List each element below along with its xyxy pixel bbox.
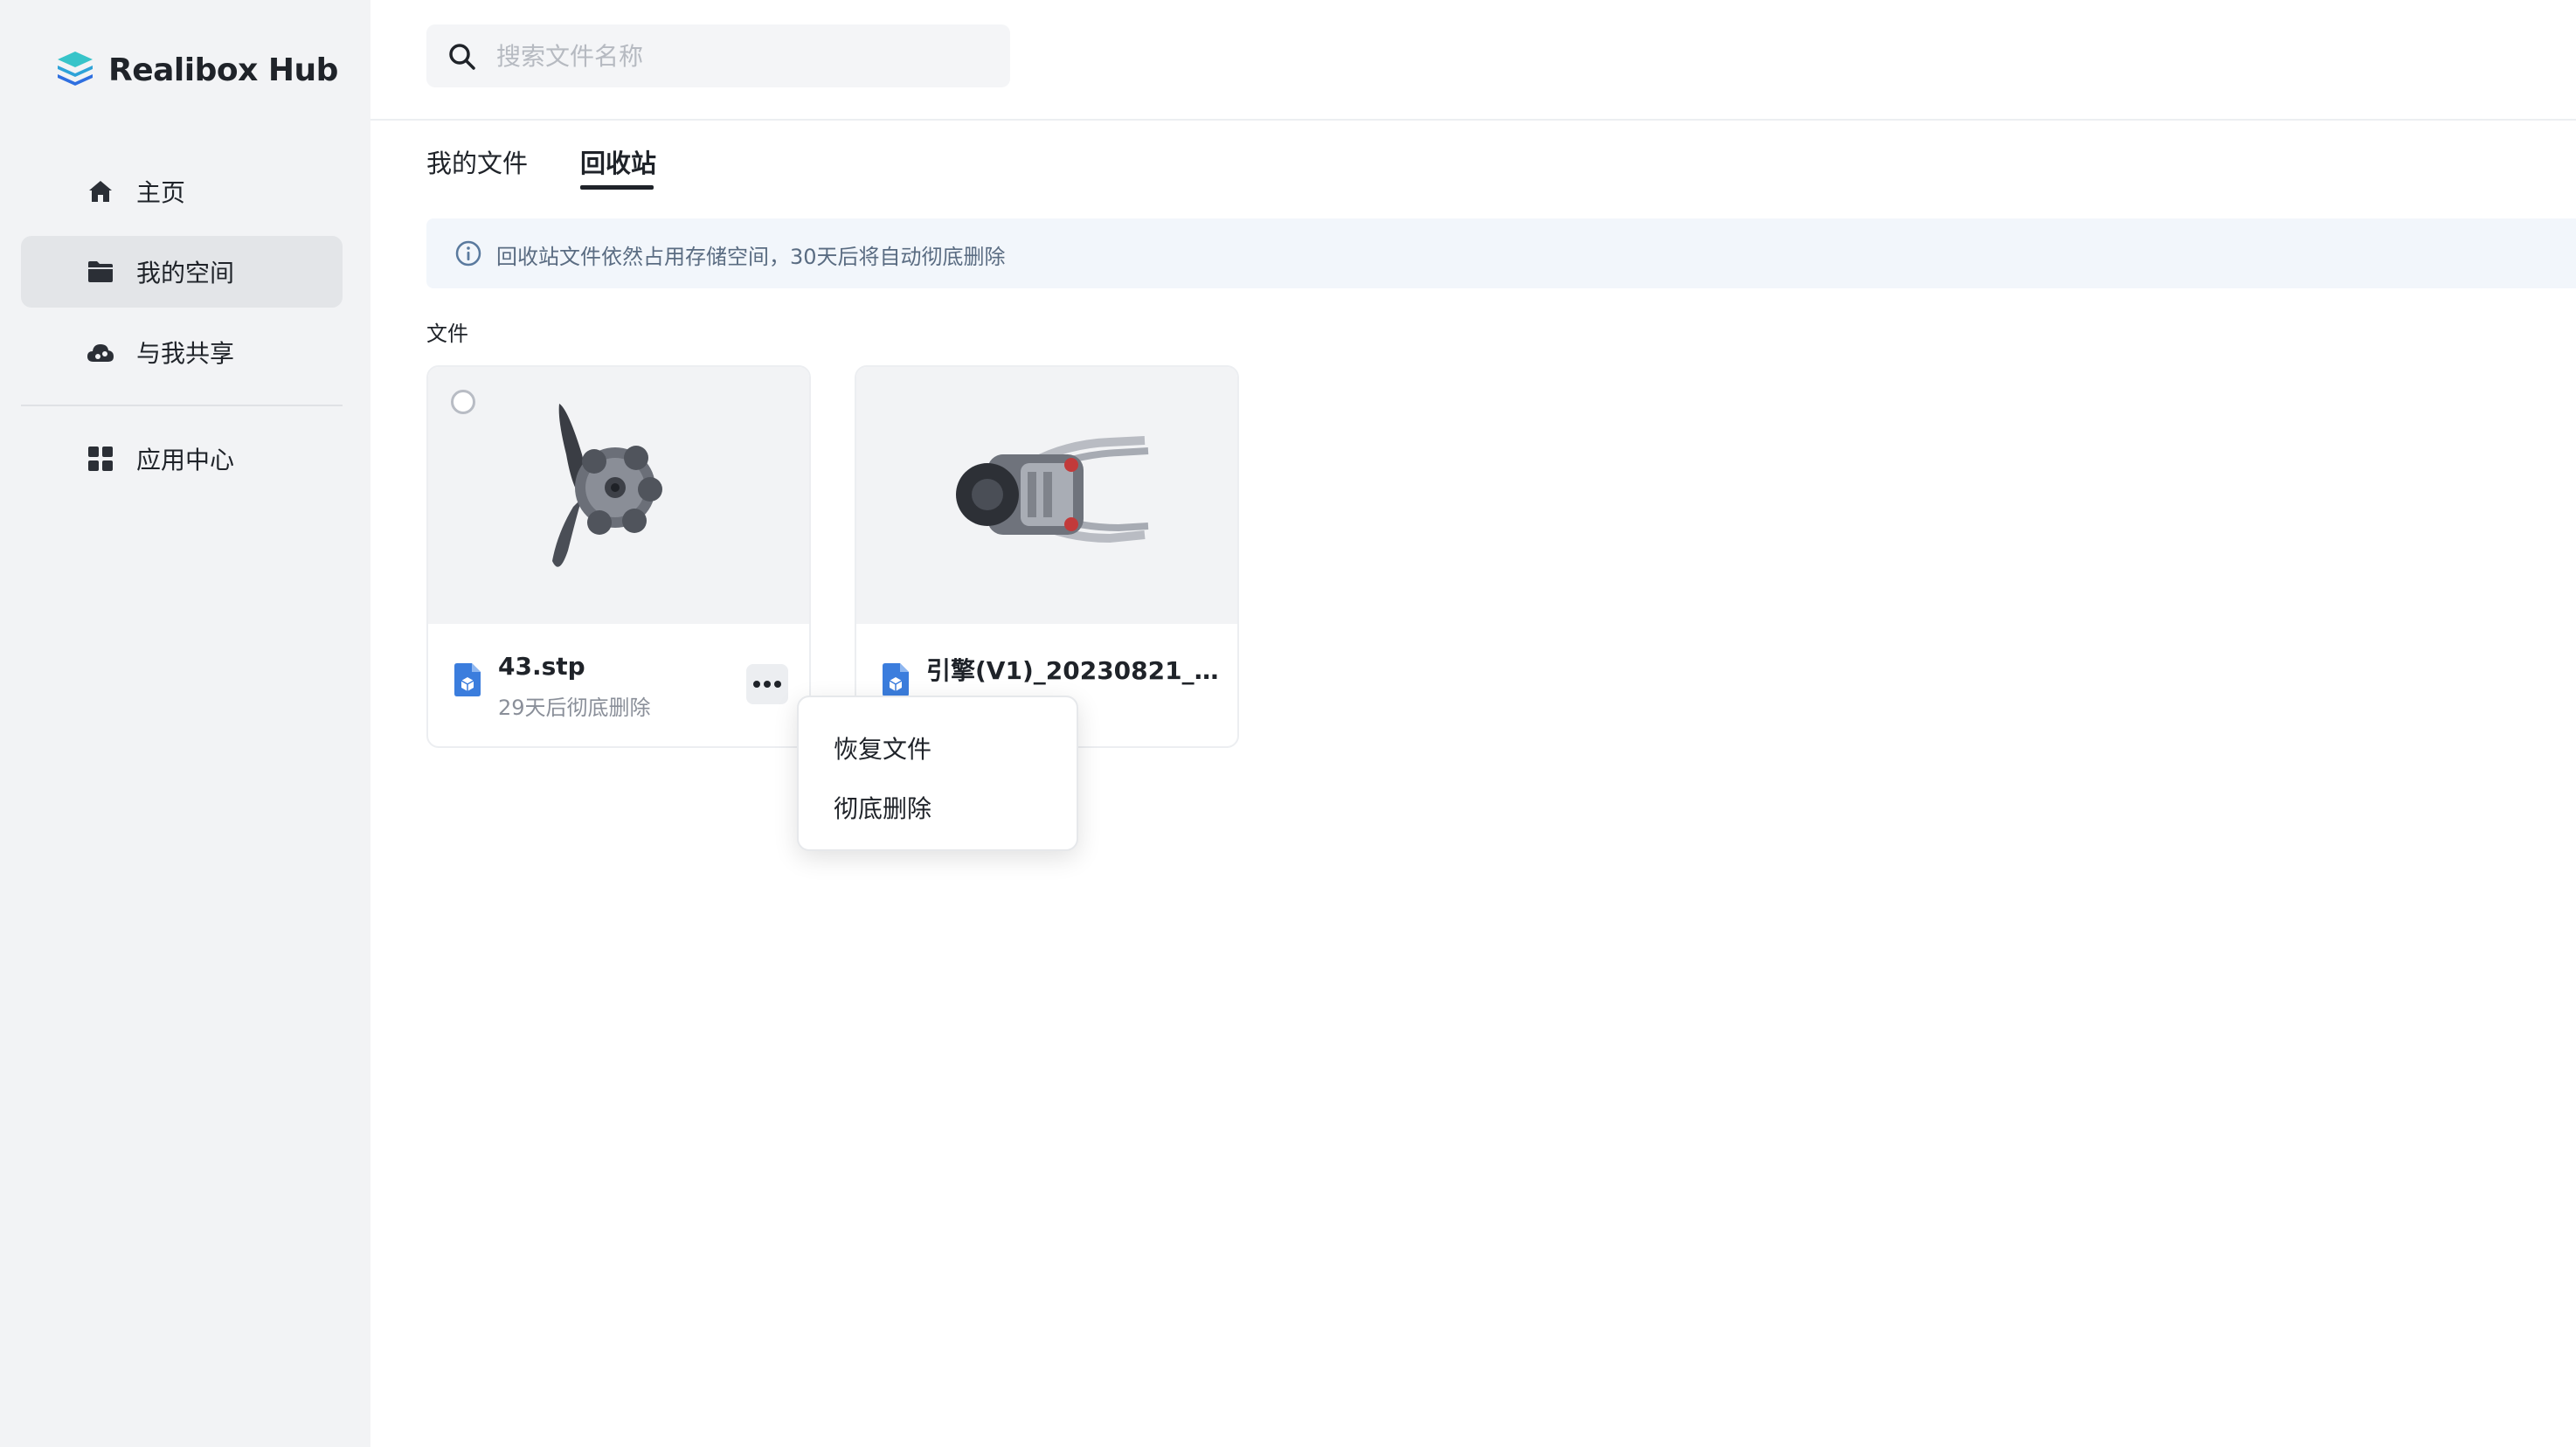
recycle-bin-notice: 回收站文件依然占用存储空间，30天后将自动彻底删除 — [426, 218, 2576, 288]
file-card[interactable]: 引擎(V1)_20230821_9... — [855, 365, 1239, 748]
info-icon — [455, 240, 481, 267]
sidebar-item-label: 主页 — [136, 178, 186, 207]
top-header — [370, 0, 2576, 121]
3d-file-icon — [883, 663, 909, 696]
sidebar-item-label: 与我共享 — [136, 339, 235, 368]
sidebar: Realibox Hub 主页 我的空间 与我共享 应用中心 — [0, 0, 370, 1447]
notice-text: 回收站文件依然占用存储空间，30天后将自动彻底删除 — [496, 245, 1006, 269]
file-thumbnail — [856, 367, 1237, 624]
file-name: 引擎(V1)_20230821_9... — [926, 656, 1223, 685]
sidebar-item-app-center[interactable]: 应用中心 — [21, 423, 343, 495]
active-tab-indicator — [580, 185, 654, 190]
sidebar-divider — [21, 405, 343, 406]
search-box[interactable] — [426, 24, 1010, 87]
app-logo[interactable]: Realibox Hub — [54, 49, 338, 91]
tab-my-files[interactable]: 我的文件 — [426, 143, 528, 189]
file-context-menu: 恢复文件 彻底删除 — [797, 696, 1078, 851]
select-checkbox[interactable] — [451, 390, 475, 414]
file-card[interactable]: 43.stp 29天后彻底删除 — [426, 365, 811, 748]
tab-recycle-bin[interactable]: 回收站 — [580, 143, 656, 189]
search-input[interactable] — [496, 33, 986, 79]
file-deletion-countdown: 29天后彻底删除 — [498, 696, 651, 720]
app-grid-icon — [86, 444, 115, 474]
sidebar-item-label: 我的空间 — [136, 259, 235, 287]
sidebar-item-home[interactable]: 主页 — [21, 156, 343, 227]
app-name: Realibox Hub — [108, 52, 338, 88]
home-icon — [86, 177, 115, 206]
more-dots-icon — [753, 681, 781, 688]
files-section-label: 文件 — [426, 322, 468, 346]
sidebar-item-label: 应用中心 — [136, 446, 235, 474]
file-thumbnail — [428, 367, 809, 624]
sidebar-item-shared[interactable]: 与我共享 — [21, 316, 343, 388]
3d-file-icon — [454, 663, 481, 696]
permanently-delete-menu-item[interactable]: 彻底删除 — [834, 790, 931, 825]
restore-file-menu-item[interactable]: 恢复文件 — [834, 730, 931, 765]
search-icon — [449, 44, 475, 70]
folder-icon — [86, 257, 115, 287]
more-options-button[interactable] — [746, 664, 788, 704]
realibox-logo-icon — [58, 52, 93, 86]
cloud-share-icon — [86, 337, 115, 367]
propeller-engine-model — [552, 404, 662, 567]
sidebar-item-my-space[interactable]: 我的空间 — [21, 236, 343, 308]
engine-block-model — [956, 436, 1149, 543]
